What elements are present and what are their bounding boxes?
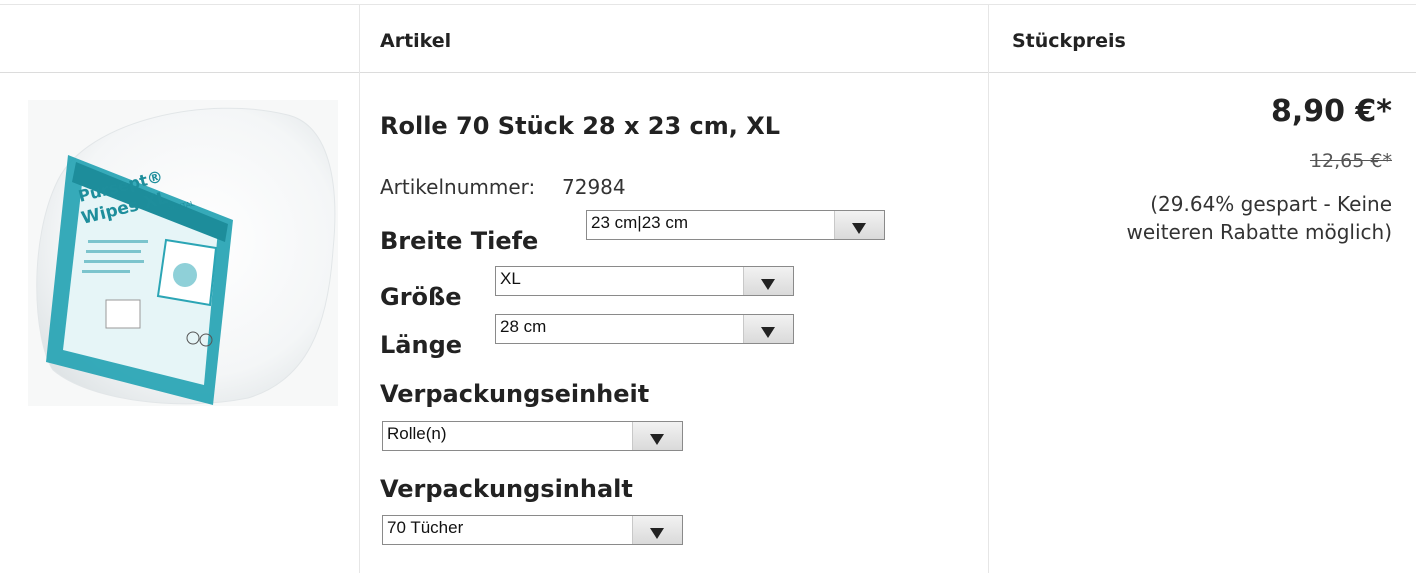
select-verpackungseinheit[interactable]: Rolle(n) — [382, 421, 683, 451]
article-number-value: 72984 — [562, 175, 626, 199]
savings-note: (29.64% gespart - Keine weiteren Rabatte… — [1126, 192, 1393, 244]
select-verpackungsinhalt[interactable]: 70 Tücher — [382, 515, 683, 545]
option-label-laenge: Länge — [380, 331, 463, 359]
chevron-down-icon — [761, 279, 775, 290]
select-groesse-value: XL — [500, 269, 521, 288]
select-breite-tiefe[interactable]: 23 cm|23 cm — [586, 210, 885, 240]
column-header-article: Artikel — [380, 30, 452, 52]
select-groesse[interactable]: XL — [495, 266, 794, 296]
chevron-down-icon — [852, 223, 866, 234]
select-verpackungsinhalt-value: 70 Tücher — [387, 518, 464, 537]
option-label-verpackungseinheit: Verpackungseinheit — [380, 380, 650, 408]
select-laenge-dropdown — [743, 315, 793, 343]
select-breite-tiefe-dropdown — [834, 211, 884, 239]
select-verpackungseinheit-dropdown — [632, 422, 682, 450]
product-title[interactable]: Rolle 70 Stück 28 x 23 cm, XL — [380, 112, 780, 140]
unit-price: 8,90 €* — [1270, 94, 1392, 129]
chevron-down-icon — [650, 528, 664, 539]
product-package-image[interactable]: Pursept® Wipes XL DENTAL — [28, 100, 338, 406]
column-divider-2 — [988, 4, 989, 573]
select-breite-tiefe-value: 23 cm|23 cm — [591, 213, 689, 232]
select-verpackungsinhalt-dropdown — [632, 516, 682, 544]
option-label-verpackungsinhalt: Verpackungsinhalt — [380, 475, 633, 503]
option-label-breite-tiefe: Breite Tiefe — [380, 227, 539, 255]
select-laenge-value: 28 cm — [500, 317, 547, 336]
select-verpackungseinheit-value: Rolle(n) — [387, 424, 447, 443]
cart-table: Artikel Stückpreis Pursept® Wipes XL DEN… — [0, 0, 1416, 573]
column-divider-1 — [359, 4, 360, 573]
old-price: 12,65 €* — [1309, 150, 1392, 172]
article-number-label: Artikelnummer: — [380, 175, 536, 199]
select-groesse-dropdown — [743, 267, 793, 295]
option-label-groesse: Größe — [380, 283, 462, 311]
table-top-border — [0, 4, 1416, 5]
select-laenge[interactable]: 28 cm — [495, 314, 794, 344]
column-header-unit-price: Stückpreis — [1012, 30, 1126, 52]
chevron-down-icon — [761, 327, 775, 338]
chevron-down-icon — [650, 434, 664, 445]
header-divider — [0, 72, 1416, 73]
